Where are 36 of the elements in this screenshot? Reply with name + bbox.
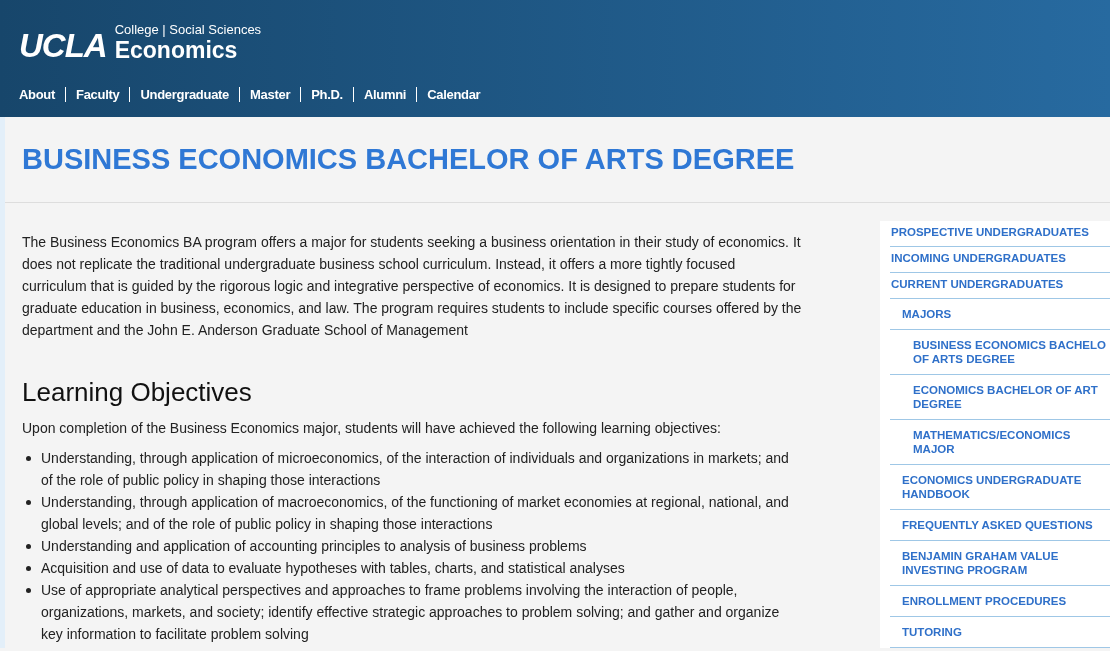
- intro-paragraph: The Business Economics BA program offers a major for students seeking a business orientation in their study of economics. It does not replicate the traditional undergraduate business school curriculum. Instead, it offers a more tightly focused curriculum that is guided by the rigorous logic and integrative perspective of economics. It is designed to prepare students for graduate education in business, economics, and law. The program requires students to include specific courses offered by the department and the John E. Anderson Graduate School of Management: [22, 233, 802, 340]
- objective-text: Understanding, through application of microeconomics, of the interaction of individuals and organizations in markets; and of the role of public policy in shaping those interactions: [41, 450, 789, 488]
- objective-text: Understanding and application of accounting principles to analysis of business problems: [41, 538, 587, 554]
- nav-link[interactable]: Alumni: [352, 87, 417, 102]
- objective-text: Use of appropriate analytical perspectives and approaches to frame problems involving the interaction of people, organizations, markets, and society; identify effective strategic approaches to problem solving; and gather and organize key information to facilitate problem solving: [41, 582, 780, 642]
- nav-link[interactable]: Faculty: [65, 87, 130, 102]
- sidebar-link[interactable]: MAJORS: [890, 299, 1110, 330]
- sidebar-link[interactable]: INCOMING UNDERGRADUATES: [890, 247, 1110, 273]
- section-lead: Upon completion of the Business Economics major, students will have achieved the following learning objectives:: [22, 419, 722, 438]
- nav-link[interactable]: Ph.D.: [300, 87, 353, 102]
- sidebar-link[interactable]: BENJAMIN GRAHAM VALUE INVESTING PROGRAM: [890, 541, 1110, 586]
- sidebar-link[interactable]: CURRENT UNDERGRADUATES: [890, 273, 1110, 299]
- objective-text: Understanding, through application of macroeconomics, of the functioning of market economies at regional, national, and global levels; and of the role of public policy in shaping those interactions: [41, 494, 789, 532]
- sidebar-link[interactable]: TUTORING: [890, 617, 1110, 648]
- nav-link[interactable]: Calendar: [416, 87, 491, 102]
- sidebar-link[interactable]: BUSINESS ECONOMICS BACHELO OF ARTS DEGREE: [890, 330, 1110, 375]
- sidebar-link[interactable]: ECONOMICS BACHELOR OF ART DEGREE: [890, 375, 1110, 420]
- bullet-icon: [26, 544, 31, 549]
- bullet-icon: [26, 456, 31, 461]
- nav-link[interactable]: Master: [239, 87, 301, 102]
- college-label: College | Social Sciences: [114, 22, 262, 38]
- nav-link[interactable]: About: [19, 87, 66, 102]
- sidebar-link[interactable]: ENROLLMENT PROCEDURES: [890, 586, 1110, 617]
- nav-link[interactable]: Undergraduate: [129, 87, 240, 102]
- logo[interactable]: UCLA: [19, 29, 107, 62]
- bullet-icon: [26, 500, 31, 505]
- page-title: BUSINESS ECONOMICS BACHELOR OF ARTS DEGREE: [22, 143, 795, 176]
- bullet-icon: [26, 566, 31, 571]
- bullet-icon: [26, 588, 31, 593]
- sidebar-link[interactable]: FREQUENTLY ASKED QUESTIONS: [890, 510, 1110, 541]
- sidebar-link[interactable]: MATHEMATICS/ECONOMICS MAJOR: [890, 420, 1110, 465]
- department-name: Economics: [114, 38, 239, 62]
- section-heading: Learning Objectives: [22, 377, 253, 407]
- sidebar-link[interactable]: PROSPECTIVE UNDERGRADUATES: [890, 221, 1110, 247]
- objective-text: Acquisition and use of data to evaluate hypotheses with tables, charts, and statistical analyses: [41, 560, 625, 576]
- sidebar-link[interactable]: ECONOMICS UNDERGRADUATE HANDBOOK: [890, 465, 1110, 510]
